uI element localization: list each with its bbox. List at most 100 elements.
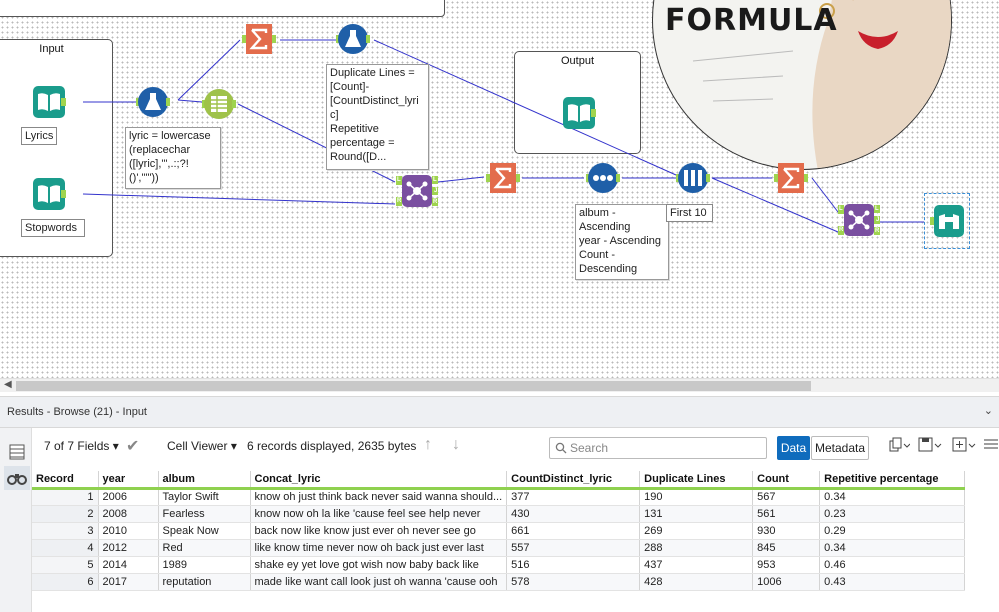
table-cell[interactable]: 5 xyxy=(32,556,99,574)
table-cell[interactable]: 2006 xyxy=(98,488,159,506)
checkmark-icon[interactable]: ✔ xyxy=(126,436,139,456)
table-cell[interactable]: 661 xyxy=(506,522,641,540)
table-cell[interactable]: 377 xyxy=(506,488,641,506)
table-cell[interactable]: like know time never now oh back just ev… xyxy=(250,539,508,557)
table-cell[interactable]: 845 xyxy=(752,539,821,557)
table-row[interactable]: 4 2012 Red like know time never now oh b… xyxy=(32,539,966,557)
scroll-left-icon[interactable]: ◀ xyxy=(4,379,12,390)
table-cell[interactable]: 0.46 xyxy=(819,556,966,574)
table-row[interactable]: 2 2008 Fearless know now oh la like 'cau… xyxy=(32,505,966,523)
summarize-tool-2[interactable] xyxy=(486,161,520,195)
table-cell[interactable]: 437 xyxy=(639,556,754,574)
table-cell[interactable]: 2017 xyxy=(98,573,159,591)
text-to-columns-tool[interactable] xyxy=(202,87,236,121)
add-column-icon[interactable] xyxy=(952,437,976,456)
table-cell[interactable]: 0.34 xyxy=(819,488,966,506)
table-cell[interactable]: Red xyxy=(158,539,251,557)
metadata-tab[interactable]: Metadata xyxy=(811,436,869,460)
table-cell[interactable]: 428 xyxy=(639,573,754,591)
formula-tool-2[interactable] xyxy=(336,22,370,56)
cell-viewer-selector[interactable]: Cell Viewer ▾ xyxy=(167,439,237,453)
column-header[interactable]: CountDistinct_lyric xyxy=(506,471,641,490)
chevron-down-icon[interactable]: ⌄ xyxy=(984,404,993,417)
table-cell[interactable]: reputation xyxy=(158,573,251,591)
summarize-tool-3[interactable] xyxy=(774,161,808,195)
fields-selector[interactable]: 7 of 7 Fields ▾ xyxy=(44,439,119,453)
arrow-up-icon[interactable]: ↑ xyxy=(424,436,432,454)
sample-tool[interactable] xyxy=(676,161,710,195)
table-cell[interactable]: 430 xyxy=(506,505,641,523)
table-cell[interactable]: 0.23 xyxy=(819,505,966,523)
table-cell[interactable]: 930 xyxy=(752,522,821,540)
table-cell[interactable]: 1 xyxy=(32,488,99,506)
table-cell[interactable]: 6 xyxy=(32,573,99,591)
table-cell[interactable]: 567 xyxy=(752,488,821,506)
table-cell[interactable]: 2 xyxy=(32,505,99,523)
table-cell[interactable]: 953 xyxy=(752,556,821,574)
browse-tool[interactable] xyxy=(924,193,970,249)
join-icon xyxy=(838,204,880,236)
table-cell[interactable]: 578 xyxy=(506,573,641,591)
column-header[interactable]: Count xyxy=(752,471,821,490)
table-cell[interactable]: Taylor Swift xyxy=(158,488,251,506)
table-cell[interactable]: know oh just think back never said wanna… xyxy=(250,488,508,506)
table-cell[interactable]: 288 xyxy=(639,539,754,557)
search-box[interactable] xyxy=(549,437,767,459)
table-row[interactable]: 6 2017 reputation made like want call lo… xyxy=(32,573,966,591)
table-row[interactable]: 5 2014 1989 shake ey yet love got wish n… xyxy=(32,556,966,574)
binoculars-icon[interactable] xyxy=(4,466,30,490)
table-cell[interactable]: 557 xyxy=(506,539,641,557)
column-header[interactable]: year xyxy=(98,471,159,490)
summarize-tool-1[interactable] xyxy=(242,22,276,56)
table-cell[interactable]: 2008 xyxy=(98,505,159,523)
column-header[interactable]: Repetitive percentage xyxy=(819,471,966,490)
column-header[interactable]: Record xyxy=(32,471,99,490)
table-cell[interactable]: 2012 xyxy=(98,539,159,557)
table-cell[interactable]: 1006 xyxy=(752,573,821,591)
column-header[interactable]: Duplicate Lines xyxy=(639,471,754,490)
table-cell[interactable]: 2014 xyxy=(98,556,159,574)
lyrics-input-tool[interactable] xyxy=(32,85,66,119)
output-browse-tool[interactable] xyxy=(562,96,596,130)
data-tab[interactable]: Data xyxy=(777,436,810,460)
table-cell[interactable]: 131 xyxy=(639,505,754,523)
table-row[interactable]: 3 2010 Speak Now back now like know just… xyxy=(32,522,966,540)
stopwords-label: Stopwords xyxy=(21,219,85,237)
copy-icon[interactable] xyxy=(888,437,911,456)
table-cell[interactable]: Speak Now xyxy=(158,522,251,540)
table-cell[interactable]: 0.34 xyxy=(819,539,966,557)
join-tool-2[interactable] xyxy=(838,203,880,237)
table-cell[interactable]: 3 xyxy=(32,522,99,540)
menu-icon[interactable] xyxy=(984,438,998,453)
formula1-line: (replacechar xyxy=(129,144,191,156)
table-cell[interactable]: 1989 xyxy=(158,556,251,574)
save-icon[interactable] xyxy=(918,437,942,456)
table-cell[interactable]: shake ey yet love got wish now baby back… xyxy=(250,556,508,574)
column-header[interactable]: Concat_lyric xyxy=(250,471,508,490)
scrollbar-thumb[interactable] xyxy=(16,381,811,391)
table-cell[interactable]: know now oh la like 'cause feel see help… xyxy=(250,505,508,523)
table-cell[interactable]: Fearless xyxy=(158,505,251,523)
table-cell[interactable]: 0.43 xyxy=(819,573,966,591)
search-input[interactable] xyxy=(570,440,760,456)
sort-tool[interactable] xyxy=(586,161,620,195)
sample-icon xyxy=(676,163,710,193)
table-cell[interactable]: 2010 xyxy=(98,522,159,540)
list-view-icon[interactable] xyxy=(4,440,30,464)
formula-tool-1[interactable] xyxy=(136,85,170,119)
table-cell[interactable]: 0.29 xyxy=(819,522,966,540)
table-cell[interactable]: 4 xyxy=(32,539,99,557)
table-cell[interactable]: 516 xyxy=(506,556,641,574)
join-tool-1[interactable] xyxy=(396,174,438,208)
table-cell[interactable]: 190 xyxy=(639,488,754,506)
arrow-down-icon[interactable]: ↓ xyxy=(452,436,460,454)
table-cell[interactable]: made like want call look just oh wanna '… xyxy=(250,573,508,591)
table-cell[interactable]: 269 xyxy=(639,522,754,540)
workflow-canvas[interactable]: FORMULA Input Output Lyrics Stopwords ly… xyxy=(0,0,999,378)
table-cell[interactable]: back now like know just ever oh never se… xyxy=(250,522,508,540)
stopwords-input-tool[interactable] xyxy=(32,177,66,211)
column-header[interactable]: album xyxy=(158,471,251,490)
table-cell[interactable]: 561 xyxy=(752,505,821,523)
canvas-scrollbar[interactable]: ◀ xyxy=(0,378,999,392)
table-row[interactable]: 1 2006 Taylor Swift know oh just think b… xyxy=(32,488,966,506)
